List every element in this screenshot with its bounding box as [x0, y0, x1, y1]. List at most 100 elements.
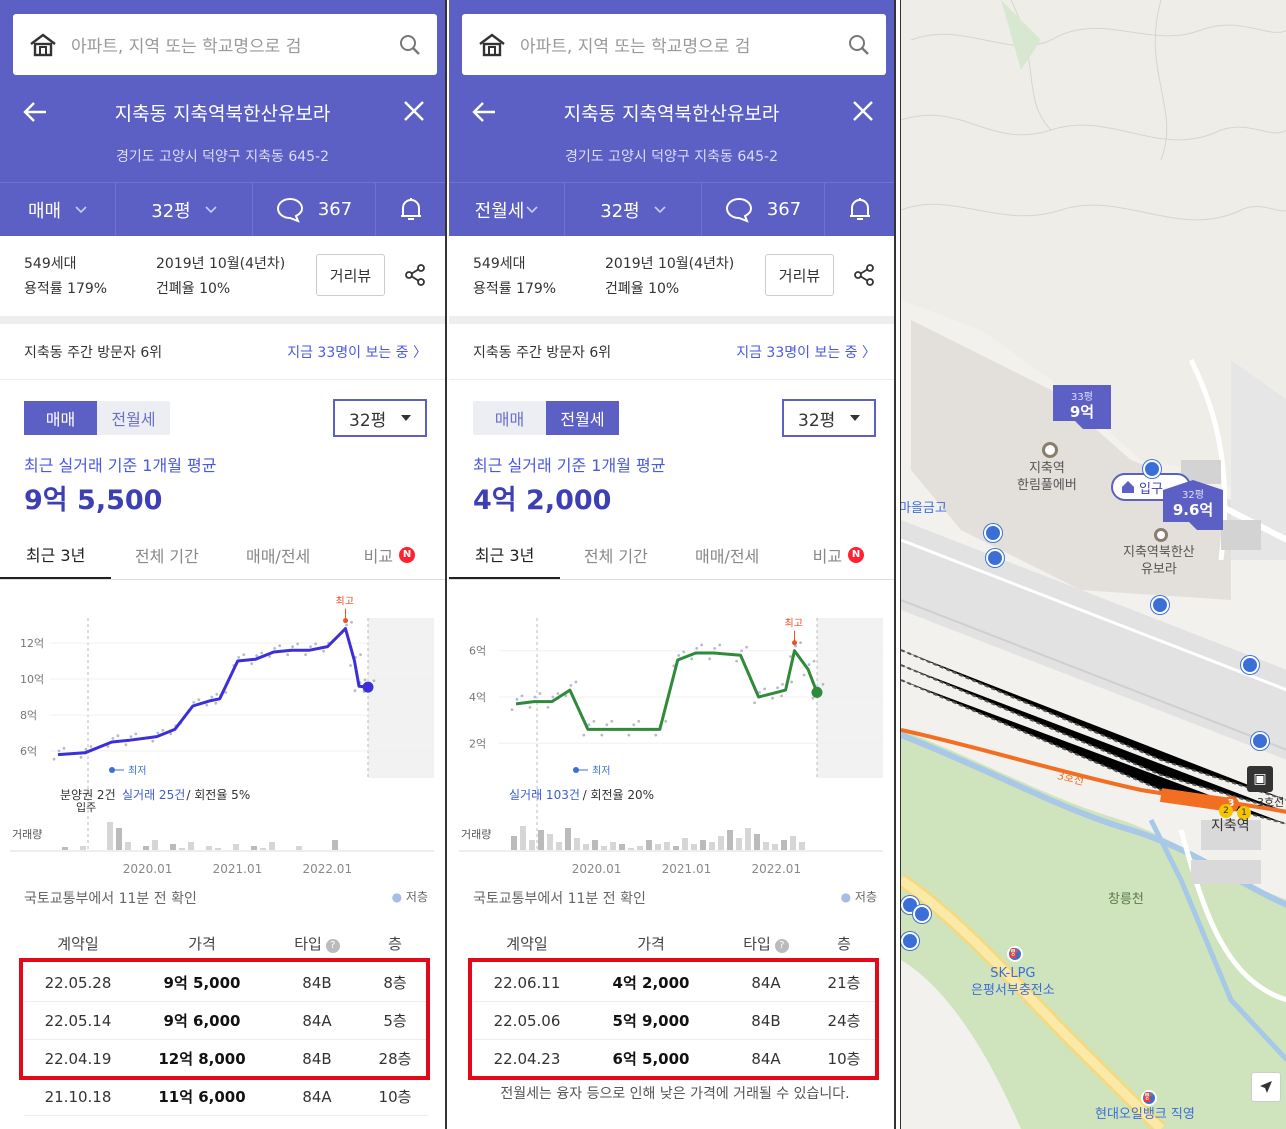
search-box[interactable]: 아파트, 지역 또는 학교명으로 검 — [13, 14, 437, 75]
map-label-gas[interactable]: 현대오일뱅크 직영 — [1095, 1106, 1195, 1123]
table-row[interactable]: 22.04.23 6억 5,000 84A 10층 — [473, 1040, 877, 1078]
x-tick-label: 2020.01 — [123, 862, 173, 876]
map-label-lpg[interactable]: SK-LPG 은평서부충전소 — [971, 965, 1055, 999]
line2-badge-icon[interactable]: 2 — [1219, 804, 1233, 818]
size-dropdown[interactable]: 32평 — [333, 399, 427, 437]
visitor-now-link[interactable]: 지금 33명이 보는 중 〉 — [287, 342, 427, 362]
toggle-rent[interactable]: 전월세 — [97, 401, 170, 435]
bus-stop-icon[interactable] — [986, 549, 1004, 567]
size-selector[interactable]: 32평 — [565, 183, 702, 236]
close-icon[interactable] — [403, 100, 425, 122]
alert-button[interactable] — [376, 183, 445, 236]
subway-station-icon[interactable]: ▣ — [1247, 766, 1273, 792]
trade-point — [771, 696, 774, 700]
toggle-sale[interactable]: 매매 — [24, 401, 97, 435]
address: 경기도 고양시 덕양구 지축동 645-2 — [115, 149, 330, 165]
street-view-button[interactable]: 거리뷰 — [316, 254, 385, 296]
gas-station-icon[interactable]: ⛽ — [1141, 1090, 1157, 1106]
table-row[interactable]: 22.05.28 9억 5,000 84B 8층 — [24, 964, 428, 1002]
bus-stop-icon[interactable] — [1241, 656, 1259, 674]
comments-button[interactable]: 367 — [702, 183, 825, 236]
map-label-saemaeul[interactable]: 마을금고 — [901, 500, 947, 517]
map-label-station[interactable]: 지축역 — [1211, 818, 1250, 835]
trade-point — [812, 659, 816, 663]
table-row[interactable]: 21.10.18 11억 6,000 84A 10층 — [24, 1078, 428, 1116]
trade-point — [587, 723, 591, 727]
trade-point — [345, 623, 348, 627]
search-icon[interactable] — [399, 34, 421, 56]
comments-button[interactable]: 367 — [253, 183, 376, 236]
high-label: 최고 — [785, 618, 803, 630]
map-label-hanrim[interactable]: 지축역 한림풀에버 — [1017, 460, 1077, 494]
table-row[interactable]: 22.04.19 12억 8,000 84B 28층 — [24, 1040, 428, 1078]
x-tick-label: 2021.01 — [213, 862, 263, 876]
table-row[interactable]: 22.06.11 4억 2,000 84A 21층 — [473, 964, 877, 1002]
search-icon[interactable] — [848, 34, 870, 56]
bus-stop-icon[interactable] — [1251, 732, 1269, 750]
map-canvas[interactable] — [901, 0, 1286, 1129]
tab-recent-3y[interactable]: 최근 3년 — [449, 530, 561, 579]
alert-button[interactable] — [825, 183, 894, 236]
complex-pin-icon[interactable] — [1042, 442, 1058, 458]
size-dropdown-value: 32평 — [798, 410, 836, 431]
trade-point — [546, 706, 550, 709]
bus-stop-icon[interactable] — [1143, 460, 1161, 478]
tab-all-period[interactable]: 전체 기간 — [111, 530, 222, 579]
search-placeholder[interactable]: 아파트, 지역 또는 학교명으로 검 — [520, 32, 848, 57]
tab-sale-jeonse[interactable]: 매매/전세 — [223, 530, 334, 579]
size-selector[interactable]: 32평 — [116, 183, 253, 236]
size-dropdown[interactable]: 32평 — [782, 399, 876, 437]
bus-stop-icon[interactable] — [901, 932, 919, 950]
share-icon[interactable] — [852, 263, 876, 287]
trade-point — [569, 684, 573, 687]
trade-point — [134, 732, 138, 736]
price-chart-rent[interactable]: 2억 4억 6억 최고최저실거래 103건 / 회전율 20% 거래량 2020.01 202… — [449, 582, 896, 882]
source-row: 국토교통부에서 11분 전 확인 ● 저층 — [24, 888, 428, 908]
close-icon[interactable] — [852, 100, 874, 122]
help-icon[interactable]: ? — [325, 939, 340, 953]
table-row[interactable]: 22.05.06 5억 9,000 84B 24층 — [473, 1002, 877, 1040]
volume-bar — [736, 838, 742, 850]
street-view-button[interactable]: 거리뷰 — [765, 254, 834, 296]
price-marker-32[interactable]: 32평 9.6억 — [1163, 480, 1223, 530]
page-title-row: 지축동 지축역북한산유보라 — [449, 86, 894, 138]
tab-sale-jeonse[interactable]: 매매/전세 — [672, 530, 783, 579]
tab-all-period[interactable]: 전체 기간 — [560, 530, 671, 579]
volume-bar — [745, 828, 751, 850]
deal-type-selector[interactable]: 매매 — [0, 183, 116, 236]
search-box[interactable]: 아파트, 지역 또는 학교명으로 검 — [462, 14, 886, 75]
gas-station-icon[interactable]: ⛽ — [1007, 946, 1023, 962]
price-chart-sale[interactable]: 6억 8억 10억 12억 최고최저분양권 2건 실거래 25건 / 회전율 5% 입주거래량… — [0, 582, 447, 882]
tab-recent-3y[interactable]: 최근 3년 — [0, 530, 112, 579]
tab-compare[interactable]: 비교 N — [783, 530, 894, 579]
header-floor: 층 — [837, 935, 851, 953]
visitor-row[interactable]: 지축동 주간 방문자 6위 지금 33명이 보는 중 〉 — [0, 324, 445, 380]
bus-stop-icon[interactable] — [1151, 596, 1169, 614]
volume-bar — [601, 846, 607, 850]
help-icon[interactable]: ? — [774, 939, 789, 953]
my-location-button[interactable] — [1251, 1072, 1281, 1102]
map[interactable]: 33평 9억 지축역 한림풀에버 입구 32평 9.6억 지축역북한산 유보라 … — [900, 0, 1286, 1129]
trade-point — [664, 719, 668, 723]
share-icon[interactable] — [403, 263, 427, 287]
complex-pin-icon[interactable] — [1154, 528, 1168, 542]
volume-bar — [682, 838, 688, 850]
price-marker-33[interactable]: 33평 9억 — [1053, 385, 1111, 429]
deal-type-selector[interactable]: 전월세 — [449, 183, 565, 236]
volume-bar — [269, 842, 275, 850]
toggle-rent[interactable]: 전월세 — [546, 401, 619, 435]
tab-compare[interactable]: 비교 N — [334, 530, 445, 579]
map-label-yubora[interactable]: 지축역북한산 유보라 — [1123, 544, 1195, 578]
visitor-now-link[interactable]: 지금 33명이 보는 중 〉 — [736, 342, 876, 362]
y-tick-label: 4억 — [469, 691, 486, 704]
trade-point — [255, 654, 259, 657]
visitor-row[interactable]: 지축동 주간 방문자 6위 지금 33명이 보는 중 〉 — [449, 324, 894, 380]
toggle-sale[interactable]: 매매 — [473, 401, 546, 435]
home-logo-icon — [30, 33, 56, 56]
marker-price: 9.6억 — [1172, 501, 1214, 519]
trade-point — [215, 692, 219, 696]
table-row[interactable]: 22.05.14 9억 6,000 84A 5층 — [24, 1002, 428, 1040]
bus-stop-icon[interactable] — [984, 524, 1002, 542]
bus-stop-icon[interactable] — [913, 905, 931, 923]
search-placeholder[interactable]: 아파트, 지역 또는 학교명으로 검 — [71, 32, 399, 57]
